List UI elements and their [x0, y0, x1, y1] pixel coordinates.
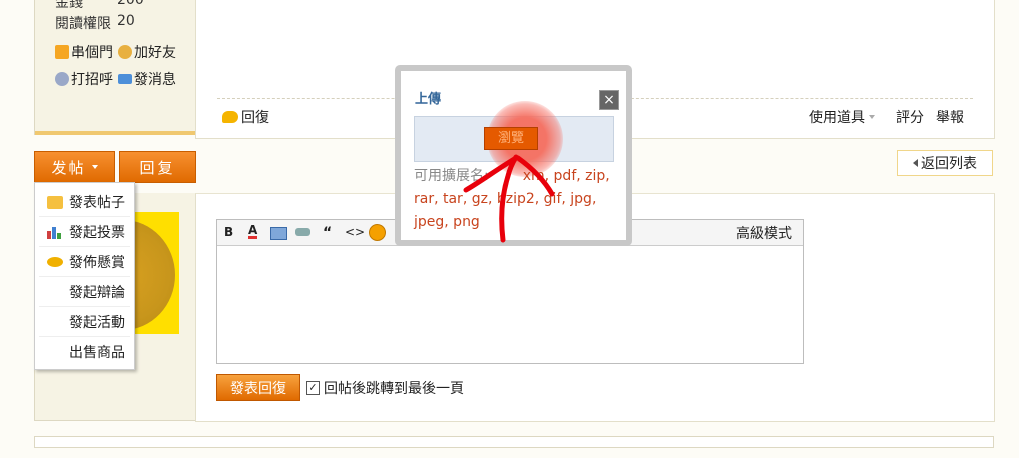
stat-money: 金錢 200: [55, 0, 144, 12]
author-panel-divider: [35, 131, 196, 135]
ext-list: jpeg, png: [414, 214, 480, 230]
allowed-extensions: 可用擴展名: xm, pdf, zip, rar, tar, gz, bzip2,…: [414, 165, 624, 234]
avatar-image: [133, 220, 175, 330]
greet-icon: [55, 72, 69, 86]
emoji-icon[interactable]: [369, 224, 386, 241]
back-to-list-button[interactable]: 返回列表: [897, 150, 993, 176]
menu-item-label: 發表帖子: [69, 194, 125, 211]
quote-icon[interactable]: “: [323, 225, 332, 241]
image-icon[interactable]: [270, 227, 287, 240]
menu-item-activity[interactable]: 發起活動: [35, 307, 134, 336]
gold-icon: [47, 257, 63, 267]
ext-label: 可用擴展名:: [414, 168, 489, 184]
visit-link[interactable]: 串個門: [55, 42, 113, 62]
advanced-mode-link[interactable]: 高級模式: [736, 223, 792, 243]
attachment-icon[interactable]: [295, 228, 310, 236]
new-post-button[interactable]: 发帖: [34, 151, 115, 183]
back-to-list-label: 返回列表: [921, 156, 977, 172]
add-friend-label: 加好友: [134, 45, 176, 61]
folder-icon: [47, 196, 63, 209]
stat-label: 閱讀權限: [55, 16, 111, 32]
close-icon[interactable]: ×: [599, 90, 619, 110]
chevron-down-icon: [91, 165, 98, 169]
stat-value: 200: [117, 0, 144, 8]
jump-to-last-checkbox[interactable]: ✓ 回帖後跳轉到最後一頁: [306, 378, 464, 398]
menu-item-label: 發起投票: [69, 224, 125, 241]
submit-reply-button[interactable]: 發表回復: [216, 374, 300, 401]
bar-chart-icon: [47, 226, 61, 239]
greet-label: 打招呼: [71, 72, 113, 88]
dialog-title: 上傳: [415, 92, 442, 107]
stat-label: 金錢: [55, 0, 83, 11]
upload-dialog-body: 上傳 × 瀏覽 可用擴展名: xm, pdf, zip, rar, tar, gz…: [401, 71, 626, 240]
ext-list: rar, tar, gz, bzip2, gif, jpg,: [414, 191, 597, 207]
jump-to-last-label: 回帖後跳轉到最後一頁: [324, 381, 464, 397]
reply-button[interactable]: 回复: [119, 151, 196, 183]
code-icon[interactable]: <>: [345, 225, 365, 239]
checkbox-icon[interactable]: ✓: [306, 381, 320, 395]
reply-bubble-icon: [222, 111, 238, 123]
add-friend-link[interactable]: 加好友: [118, 42, 176, 62]
menu-item-sell[interactable]: 出售商品: [35, 337, 134, 366]
post-reply-link[interactable]: 回復: [222, 107, 269, 127]
menu-item-label: 發起活動: [69, 314, 125, 331]
message-icon: [118, 74, 132, 84]
menu-item-poll[interactable]: 發起投票: [35, 217, 134, 246]
stat-value: 20: [117, 13, 135, 29]
use-tool-menu[interactable]: 使用道具: [809, 107, 875, 127]
menu-item-reward[interactable]: 發佈懸賞: [35, 247, 134, 276]
home-icon: [55, 45, 69, 59]
menu-item-new-thread[interactable]: 發表帖子: [35, 187, 134, 216]
chevron-down-icon: [869, 115, 875, 119]
post-reply-label: 回復: [241, 110, 269, 126]
stat-read-permission: 閱讀權限 20: [55, 13, 135, 33]
arrow-left-icon: [913, 159, 918, 167]
ext-list: xm, pdf, zip,: [522, 168, 610, 184]
font-color-icon[interactable]: A: [248, 224, 258, 239]
upload-drop-zone: 瀏覽: [414, 101, 614, 177]
menu-item-debate[interactable]: 發起辯論: [35, 277, 134, 306]
rate-link[interactable]: 評分: [896, 107, 924, 127]
new-post-label: 发帖: [51, 158, 86, 177]
menu-item-label: 出售商品: [69, 344, 125, 361]
message-label: 發消息: [134, 72, 176, 88]
upload-dialog: 上傳 × 瀏覽 可用擴展名: xm, pdf, zip, rar, tar, gz…: [395, 65, 632, 246]
avatar: [133, 212, 179, 334]
post-type-menu: 發表帖子 發起投票 發佈懸賞 發起辯論 發起活動 出售商品: [34, 182, 135, 370]
browse-button[interactable]: 瀏覽: [484, 127, 538, 150]
use-tool-label: 使用道具: [809, 110, 865, 126]
report-link[interactable]: 舉報: [936, 107, 964, 127]
handshake-icon: [118, 45, 132, 59]
bold-icon[interactable]: B: [224, 225, 233, 239]
greet-link[interactable]: 打招呼: [55, 69, 113, 89]
footer-box: [34, 436, 994, 448]
message-link[interactable]: 發消息: [118, 69, 176, 89]
visit-label: 串個門: [71, 45, 113, 61]
menu-item-label: 發佈懸賞: [69, 254, 125, 271]
menu-item-label: 發起辯論: [69, 284, 125, 301]
